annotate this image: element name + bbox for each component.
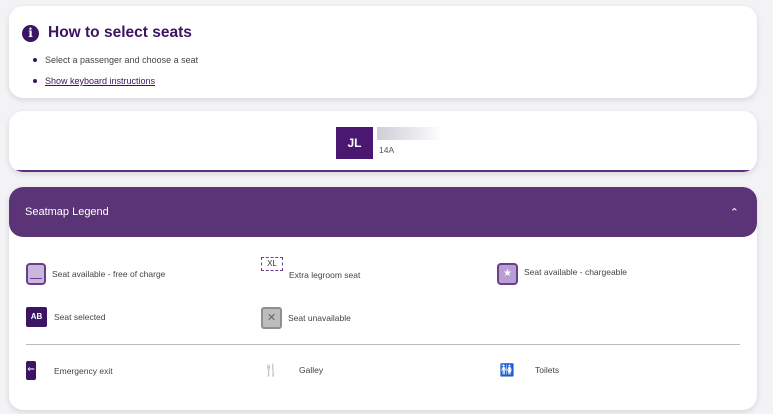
passenger-avatar: JL xyxy=(336,127,373,159)
legend-chargeable-label: Seat available - chargeable xyxy=(524,267,628,277)
unavailable-seat-icon: ✕ xyxy=(261,307,282,329)
legend-exit-label: Emergency exit xyxy=(54,365,113,376)
how-to-select-seats-card: i How to select seats Select a passenger… xyxy=(9,6,757,98)
legend-unavailable-label: Seat unavailable xyxy=(288,313,351,323)
legend-toilets-label: Toilets xyxy=(535,365,560,375)
legend-divider xyxy=(26,344,740,345)
legend-unavailable-seat: ✕ Seat unavailable xyxy=(261,307,351,329)
legend-xl-label: Extra legroom seat xyxy=(289,270,361,280)
passenger-info: 14A xyxy=(377,127,442,159)
legend-free-seat: Seat available - free of charge xyxy=(26,263,165,285)
legend-galley-label: Galley xyxy=(299,365,324,375)
seatmap-legend-toggle[interactable]: Seatmap Legend ⌃ xyxy=(9,187,757,237)
legend-selected-label: Seat selected xyxy=(54,312,106,322)
legend-emergency-exit: ⇐ Emergency exit xyxy=(26,361,113,380)
how-to-steps: Select a passenger and choose a seat Sho… xyxy=(33,54,198,96)
chargeable-seat-icon: ★ xyxy=(497,263,518,285)
passenger-name-placeholder xyxy=(377,127,442,140)
emergency-exit-icon: ⇐ xyxy=(26,361,36,380)
legend-free-label: Seat available - free of charge xyxy=(52,269,166,279)
passenger-selector-card: JL 14A xyxy=(9,111,757,172)
legend-toilets: 🚻 Toilets xyxy=(499,363,560,377)
passenger-seat: 14A xyxy=(379,145,395,155)
seatmap-legend-title: Seatmap Legend xyxy=(25,206,109,218)
free-seat-icon xyxy=(26,263,46,285)
toilets-icon: 🚻 xyxy=(499,363,515,377)
legend-galley: 🍴 Galley xyxy=(263,363,324,377)
passenger-tab[interactable]: JL 14A xyxy=(336,127,442,159)
galley-icon: 🍴 xyxy=(263,363,279,377)
passenger-tab-underline xyxy=(9,170,757,172)
seatmap-legend-card: Seatmap Legend ⌃ Seat available - free o… xyxy=(9,187,757,410)
how-to-title: How to select seats xyxy=(48,24,192,41)
how-to-title-row: i How to select seats xyxy=(22,24,192,42)
show-keyboard-instructions-link[interactable]: Show keyboard instructions xyxy=(45,76,155,86)
info-icon: i xyxy=(22,24,39,42)
extra-legroom-icon: XL xyxy=(261,257,283,271)
how-to-step-keyboard: Show keyboard instructions xyxy=(33,75,198,96)
legend-extra-legroom: XL Extra legroom seat xyxy=(261,257,360,280)
legend-chargeable-seat: ★ Seat available - chargeable xyxy=(497,263,627,285)
how-to-step-select: Select a passenger and choose a seat xyxy=(33,54,198,75)
how-to-step-text: Select a passenger and choose a seat xyxy=(45,55,199,65)
legend-selected-seat: AB Seat selected xyxy=(26,307,106,327)
selected-seat-icon: AB xyxy=(26,307,47,327)
chevron-up-icon: ⌃ xyxy=(729,205,739,219)
